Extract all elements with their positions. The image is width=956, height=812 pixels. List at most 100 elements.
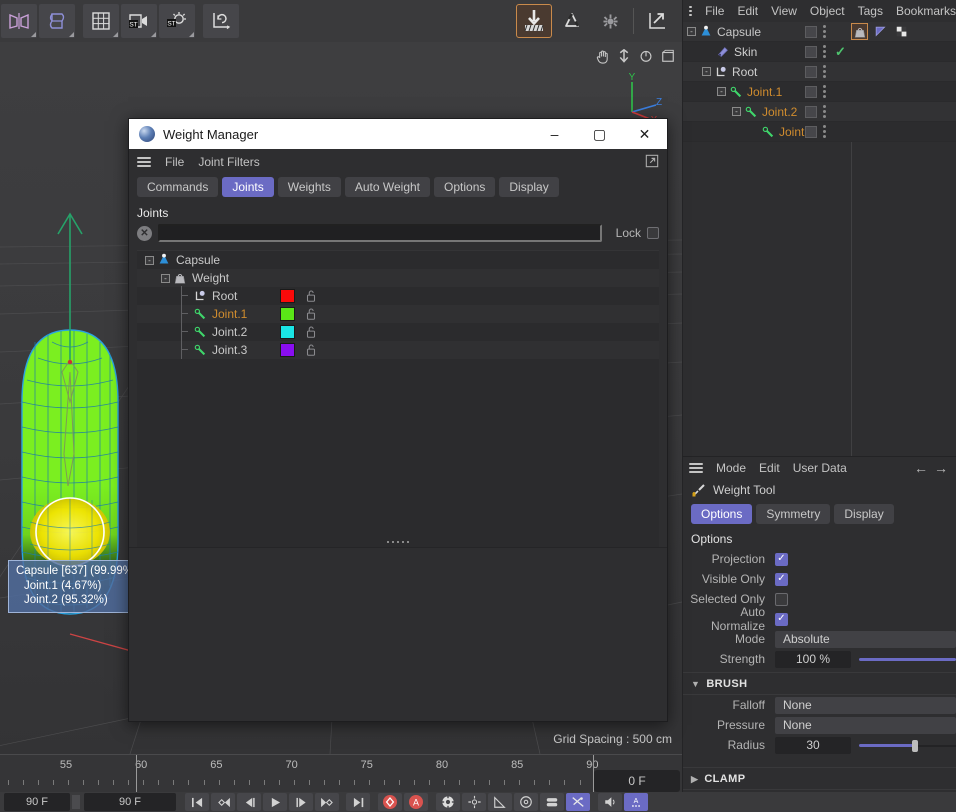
go-to-start-button[interactable] [185, 793, 209, 811]
pla-key-button[interactable] [566, 793, 590, 811]
visibility-dots[interactable] [823, 105, 826, 118]
attr-tab-display[interactable]: Display [834, 504, 894, 524]
popout-button[interactable] [645, 154, 659, 171]
wm-menu-file[interactable]: File [165, 155, 184, 169]
checkbox-auto-normalize[interactable] [775, 612, 788, 626]
pressure-dropdown[interactable]: None [775, 716, 956, 734]
expander-toggle[interactable]: - [732, 107, 741, 116]
object-row-joint-2[interactable]: - Joint.2 [683, 102, 956, 122]
joint-row-joint-1[interactable]: Joint.1 [137, 304, 659, 323]
tag-texture-tag-icon[interactable] [893, 23, 910, 40]
wm-tab-display[interactable]: Display [499, 177, 559, 197]
frame-button[interactable] [658, 46, 678, 66]
dialog-tabs[interactable]: Commands Joints Weights Auto Weight Options D… [129, 175, 667, 203]
tag-skin-tag-icon[interactable] [872, 23, 889, 40]
lock-control[interactable]: Lock [616, 226, 659, 240]
strength-slider[interactable] [859, 651, 956, 668]
next-key-button[interactable] [315, 793, 339, 811]
rotate-button[interactable] [636, 46, 656, 66]
om-menu-tags[interactable]: Tags [858, 4, 883, 18]
dialog-splitter-grip[interactable] [129, 537, 667, 547]
wm-tab-commands[interactable]: Commands [137, 177, 219, 197]
joint-row-joint-3[interactable]: Joint.3 [137, 340, 659, 359]
timeline-ruler[interactable]: 5560657075808590 [0, 754, 682, 793]
brush-group-header[interactable]: ▼ BRUSH [683, 672, 956, 695]
object-row-root[interactable]: - Root [683, 62, 956, 82]
om-menu-bookmarks[interactable]: Bookmarks [896, 4, 956, 18]
wm-tab-auto-weight[interactable]: Auto Weight [344, 177, 431, 197]
grid-tool-button[interactable] [83, 4, 119, 38]
visibility-dots[interactable] [823, 85, 826, 98]
tag-weight-tag-icon[interactable] [851, 23, 868, 40]
end-frame-field[interactable]: 90 F [84, 793, 176, 811]
close-button[interactable]: ✕ [622, 119, 667, 149]
clear-search-icon[interactable]: ✕ [137, 225, 152, 241]
position-key-button[interactable] [462, 793, 486, 811]
expander-toggle[interactable]: - [717, 87, 726, 96]
weight-manager-dialog[interactable]: Weight Manager – ▢ ✕ File Joint Filters … [128, 118, 668, 722]
hamburger-icon[interactable] [689, 6, 693, 16]
checkbox-visible-only[interactable] [775, 572, 788, 586]
am-menu-user-data[interactable]: User Data [793, 461, 847, 475]
joint-lock-toggle[interactable] [304, 307, 318, 321]
param-key-button[interactable] [540, 793, 564, 811]
expand-axis-button[interactable] [639, 4, 675, 38]
object-row-joint-1[interactable]: - Joint.1 [683, 82, 956, 102]
checkbox-selected-only[interactable] [775, 592, 788, 606]
joint-color-swatch[interactable] [280, 307, 295, 321]
polygon-reduce-button[interactable] [554, 4, 590, 38]
rotation-key-button[interactable] [514, 793, 538, 811]
falloff-dropdown[interactable]: None [775, 696, 956, 714]
layer-swatch[interactable] [805, 65, 817, 78]
am-menu-edit[interactable]: Edit [759, 461, 780, 475]
layer-swatch[interactable] [805, 105, 817, 118]
layer-swatch[interactable] [805, 45, 817, 58]
om-menu-file[interactable]: File [705, 4, 724, 18]
layer-swatch[interactable] [805, 25, 817, 38]
weight-tool-button[interactable] [516, 4, 552, 38]
visibility-dots[interactable] [823, 125, 826, 138]
joint-lock-toggle[interactable] [304, 343, 318, 357]
attr-tab-options[interactable]: Options [691, 504, 753, 524]
go-to-end-button[interactable] [346, 793, 370, 811]
record-keyframe-button[interactable] [378, 793, 402, 811]
back-arrow-icon[interactable]: ← [914, 460, 928, 476]
dialog-titlebar[interactable]: Weight Manager – ▢ ✕ [129, 119, 667, 149]
expander-toggle[interactable]: - [687, 27, 696, 36]
sound-button[interactable] [598, 793, 622, 811]
object-row-skin[interactable]: Skin ✓ [683, 42, 956, 62]
wm-tab-weights[interactable]: Weights [277, 177, 341, 197]
autokey-button[interactable]: A [404, 793, 428, 811]
visibility-dots[interactable] [823, 65, 826, 78]
current-frame-field[interactable]: 0 F [594, 770, 680, 792]
pan-button[interactable] [592, 46, 612, 66]
lock-checkbox[interactable] [647, 227, 659, 239]
start-frame-field[interactable]: 90 F [4, 793, 70, 811]
animation-mode-button[interactable]: A [624, 793, 648, 811]
joint-row-capsule[interactable]: - Capsule [137, 251, 659, 269]
camera-tool-button[interactable]: ST [121, 4, 157, 38]
capsule-primitive-button[interactable] [39, 4, 75, 38]
om-menu-edit[interactable]: Edit [737, 4, 758, 18]
hamburger-icon[interactable] [137, 157, 151, 167]
light-tool-button[interactable]: ST [159, 4, 195, 38]
wm-menu-joint-filters[interactable]: Joint Filters [198, 155, 259, 169]
hamburger-icon[interactable] [689, 463, 703, 473]
attr-tab-symmetry[interactable]: Symmetry [756, 504, 831, 524]
forward-arrow-icon[interactable]: → [934, 460, 948, 476]
prev-key-button[interactable] [211, 793, 235, 811]
expander-toggle[interactable]: - [161, 273, 170, 283]
move-vertical-button[interactable] [614, 46, 634, 66]
minimize-button[interactable]: – [532, 119, 577, 149]
joint-row-joint-2[interactable]: Joint.2 [137, 322, 659, 341]
attribute-tabs[interactable]: Options Symmetry Display [683, 501, 956, 528]
joint-search-input[interactable] [158, 224, 602, 242]
visibility-dots[interactable] [823, 45, 826, 58]
layer-swatch[interactable] [805, 85, 817, 98]
strength-value[interactable]: 100 % [775, 650, 851, 668]
object-row-joint-3[interactable]: Joint.3 [683, 122, 956, 142]
scale-key-button[interactable] [488, 793, 512, 811]
visibility-dots[interactable] [823, 25, 826, 38]
joint-lock-toggle[interactable] [304, 289, 318, 303]
step-back-button[interactable] [237, 793, 261, 811]
